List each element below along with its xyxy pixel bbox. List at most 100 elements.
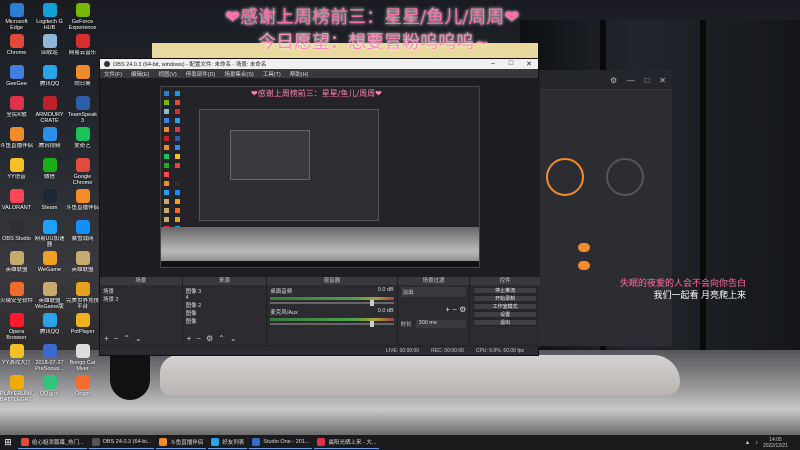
- desktop-icon[interactable]: Chrome: [0, 34, 33, 62]
- up-icon[interactable]: ⌃: [123, 334, 130, 343]
- source-item[interactable]: 图像 3: [186, 287, 264, 295]
- desktop-icon[interactable]: TeamSpeak 3: [66, 96, 99, 124]
- companion-start-circle[interactable]: [546, 158, 584, 196]
- add-icon[interactable]: +: [104, 334, 109, 343]
- companion-minimize-icon[interactable]: —: [627, 76, 635, 85]
- duration-input[interactable]: 300 ms: [415, 320, 467, 328]
- desktop-icon[interactable]: 爱奇艺: [66, 127, 99, 155]
- desktop-icon[interactable]: Origin: [66, 375, 99, 403]
- desktop-icon[interactable]: 英雄联盟: [66, 251, 99, 279]
- desktop-icon[interactable]: Google Chrome: [66, 158, 99, 186]
- desktop-icon[interactable]: 腾讯QQ: [33, 313, 66, 341]
- desktop-icon[interactable]: VALORANT: [0, 189, 33, 217]
- down-icon[interactable]: ⌄: [230, 334, 237, 343]
- maximize-icon[interactable]: □: [502, 60, 520, 68]
- gear-icon[interactable]: ⚙: [459, 305, 466, 314]
- companion-auto-circle[interactable]: [606, 158, 644, 196]
- close-icon[interactable]: ✕: [520, 60, 538, 68]
- menu-edit[interactable]: 编辑(E): [131, 70, 149, 78]
- desktop-icon[interactable]: 微信: [33, 158, 66, 186]
- taskbar-item[interactable]: 给心姐添篇幕_热门...: [18, 436, 87, 449]
- remove-icon[interactable]: −: [114, 334, 119, 343]
- start-recording-button[interactable]: 开始录制: [473, 295, 537, 302]
- desktop-icon[interactable]: 暴雪战网: [66, 220, 99, 248]
- desktop-icon[interactable]: 网易UU加速器: [33, 220, 66, 248]
- volume-fader[interactable]: [270, 321, 394, 327]
- remove-icon[interactable]: −: [196, 334, 201, 343]
- desktop-icon[interactable]: 斗鱼直播伴侣: [0, 127, 33, 155]
- transition-type-select[interactable]: 淡出: [400, 287, 467, 297]
- studio-mode-button[interactable]: 工作室模式: [473, 303, 537, 310]
- desktop-icon[interactable]: ARMOURY CRATE: [33, 96, 66, 124]
- taskbar-item[interactable]: Studio One - 201...: [249, 436, 313, 449]
- desktop-icon[interactable]: 腾讯视频: [33, 127, 66, 155]
- desktop-icon[interactable]: YY语音: [0, 158, 33, 186]
- obs-logo-icon: [104, 61, 110, 67]
- desktop-icon[interactable]: Microsoft Edge: [0, 3, 33, 31]
- desktop-icon[interactable]: Logitech G HUB: [33, 3, 66, 31]
- taskbar-item[interactable]: 斗鱼直播伴侣: [156, 436, 207, 449]
- companion-settings-icon[interactable]: ⚙: [610, 76, 617, 85]
- desktop-icon[interactable]: 网易云音乐: [66, 34, 99, 62]
- desktop-icon[interactable]: WeGame: [33, 251, 66, 279]
- desktop-icon[interactable]: PLAYERUNKNOWN'S BATTLEGR...: [0, 375, 33, 403]
- menu-scene-collection[interactable]: 场景集合(S): [224, 70, 253, 78]
- desktop-icon[interactable]: QQ音乐: [33, 375, 66, 403]
- desktop-icon[interactable]: 腾讯QQ: [33, 65, 66, 93]
- desktop-icon-label: YY游戏大厅: [1, 360, 32, 366]
- source-item[interactable]: 图像 2: [186, 301, 264, 309]
- exit-button[interactable]: 退出: [473, 319, 537, 326]
- volume-fader[interactable]: [270, 300, 394, 306]
- desktop-icon[interactable]: 英雄联盟WeGame版: [33, 282, 66, 310]
- scene-item[interactable]: 场景: [103, 287, 179, 295]
- desktop-icon[interactable]: PotPlayer: [66, 313, 99, 341]
- remove-icon[interactable]: −: [452, 305, 457, 314]
- volume-icon[interactable]: ♪: [755, 440, 758, 446]
- menu-tools[interactable]: 工具(T): [263, 70, 281, 78]
- taskbar-item[interactable]: 好友列表: [208, 436, 248, 449]
- desktop-icon[interactable]: YY游戏大厅: [0, 344, 33, 372]
- add-icon[interactable]: +: [187, 334, 192, 343]
- desktop-icon[interactable]: Bongo Cat Mver: [66, 344, 99, 372]
- windows-start-icon[interactable]: ⊞: [0, 435, 16, 450]
- menu-view[interactable]: 视图(V): [158, 70, 176, 78]
- desktop-icon[interactable]: 向日葵: [66, 65, 99, 93]
- menu-help[interactable]: 帮助(H): [290, 70, 309, 78]
- desktop-icon[interactable]: 全民K歌: [0, 96, 33, 124]
- scene-item[interactable]: 场景 2: [103, 295, 179, 303]
- desktop-icon[interactable]: 斗鱼直播伴侣: [66, 189, 99, 217]
- clock[interactable]: 14:05 2022/12/21: [763, 437, 788, 449]
- preview-mini-icon: [175, 217, 180, 222]
- menu-docks[interactable]: 停靠部件(D): [186, 70, 216, 78]
- obs-preview-canvas[interactable]: ❤感谢上周榜前三：星星/鱼儿/周周❤: [160, 86, 480, 268]
- add-icon[interactable]: +: [445, 305, 450, 314]
- desktop-icon[interactable]: Steam: [33, 189, 66, 217]
- taskbar-item[interactable]: OBS 24.0.3 (64-bi...: [88, 436, 155, 449]
- source-item[interactable]: 图像: [186, 317, 264, 325]
- desktop-icon[interactable]: 完美世界竞技平台: [66, 282, 99, 310]
- down-icon[interactable]: ⌄: [135, 334, 142, 343]
- companion-orange-pill[interactable]: [578, 243, 590, 252]
- minimize-icon[interactable]: –: [484, 60, 502, 68]
- desktop-icon[interactable]: 2018-07-27 PreSonus...: [33, 344, 66, 372]
- clock-date: 2022/12/21: [762, 442, 788, 449]
- menu-file[interactable]: 文件(F): [104, 70, 122, 78]
- desktop-icon[interactable]: 英雄联盟: [0, 251, 33, 279]
- settings-button[interactable]: 设置: [473, 311, 537, 318]
- desktop-icon[interactable]: GeForce Experience: [66, 3, 99, 31]
- preview-mini-icon: [175, 163, 180, 168]
- desktop-icon[interactable]: Opera Browser: [0, 313, 33, 341]
- companion-maximize-icon[interactable]: □: [645, 76, 650, 85]
- up-icon[interactable]: ⌃: [218, 334, 225, 343]
- desktop-icon[interactable]: 回收站: [33, 34, 66, 62]
- taskbar-item[interactable]: 晨阳光晒上来 - 大...: [314, 436, 380, 449]
- desktop-icon[interactable]: OBS Studio: [0, 220, 33, 248]
- network-icon[interactable]: ▲: [745, 440, 750, 446]
- stop-streaming-button[interactable]: 停止推流: [473, 287, 537, 294]
- companion-close-icon[interactable]: ✕: [659, 76, 666, 85]
- companion-orange-pill[interactable]: [578, 261, 590, 270]
- source-item[interactable]: 图像: [186, 309, 264, 317]
- desktop-icon[interactable]: 火绒安全软件: [0, 282, 33, 310]
- gear-icon[interactable]: ⚙: [206, 334, 213, 343]
- desktop-icon[interactable]: GeeGee: [0, 65, 33, 93]
